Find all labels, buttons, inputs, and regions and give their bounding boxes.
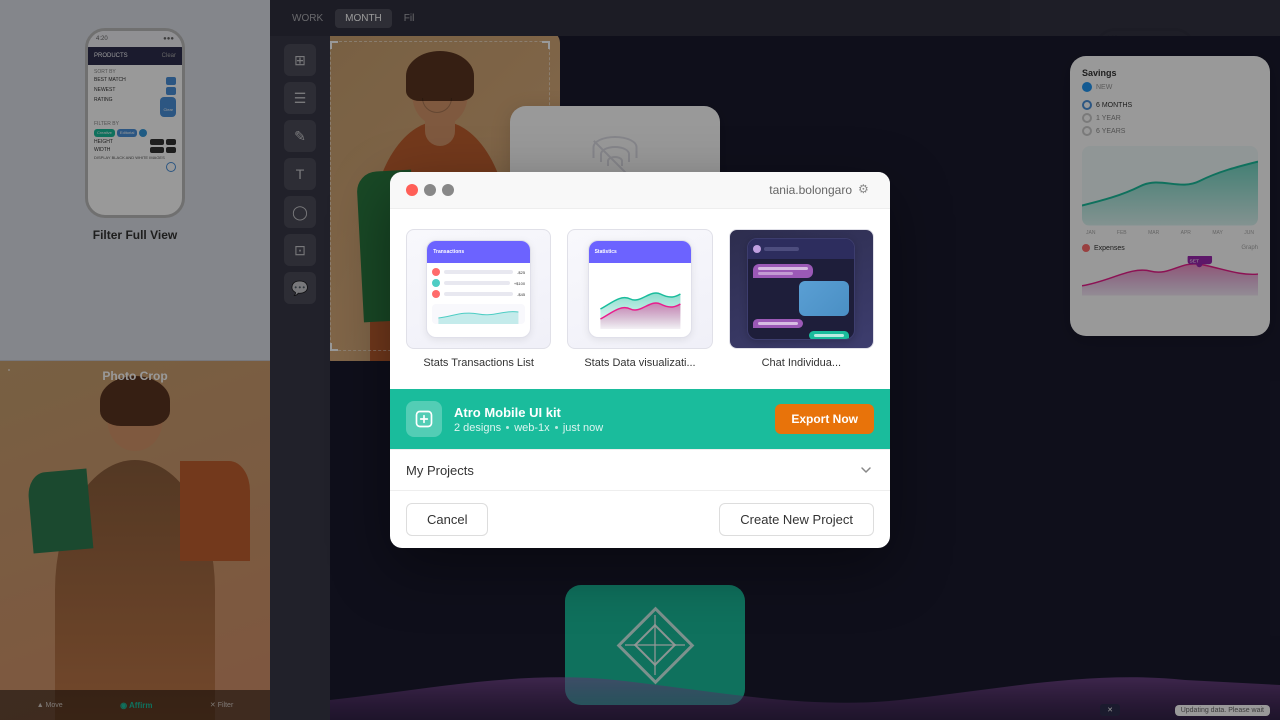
modal-projects-row[interactable]: My Projects [390,449,890,490]
export-logo-icon [414,409,434,429]
modal-user: tania.bolongaro ⚙ [769,182,874,198]
export-icon-wrap [406,401,442,437]
modal-thumbnails: Transactions -$25 [390,209,890,389]
username: tania.bolongaro [769,183,852,197]
thumb-img-stats-trans: Transactions -$25 [406,229,551,349]
chevron-down-icon [858,462,874,478]
modal-overlay: tania.bolongaro ⚙ Transactions [0,0,1280,720]
cancel-button[interactable]: Cancel [406,503,488,536]
export-banner: Atro Mobile UI kit 2 designs web-1x just… [390,389,890,449]
traffic-light-red[interactable] [406,184,418,196]
create-new-project-button[interactable]: Create New Project [719,503,874,536]
modal-header: tania.bolongaro ⚙ [390,172,890,209]
export-meta: 2 designs web-1x just now [454,422,763,434]
modal-footer: Cancel Create New Project [390,490,890,548]
projects-label: My Projects [406,463,474,478]
gear-icon[interactable]: ⚙ [858,182,874,198]
thumb-img-stats-data: Statistics [567,229,712,349]
traffic-lights [406,184,454,196]
thumb-label-stats-data: Stats Data visualizati... [584,357,695,369]
thumb-chat-individual[interactable]: Chat Individua... [729,229,874,369]
export-title: Atro Mobile UI kit [454,405,763,420]
thumb-label-chat: Chat Individua... [762,357,842,369]
thumb-stats-data[interactable]: Statistics [567,229,712,369]
thumb-img-chat [729,229,874,349]
export-modal: tania.bolongaro ⚙ Transactions [390,172,890,548]
traffic-light-yellow [424,184,436,196]
thumb-stats-transactions[interactable]: Transactions -$25 [406,229,551,369]
traffic-light-green [442,184,454,196]
thumb-label-stats-trans: Stats Transactions List [423,357,534,369]
export-text-block: Atro Mobile UI kit 2 designs web-1x just… [454,405,763,434]
export-now-button[interactable]: Export Now [775,404,874,434]
